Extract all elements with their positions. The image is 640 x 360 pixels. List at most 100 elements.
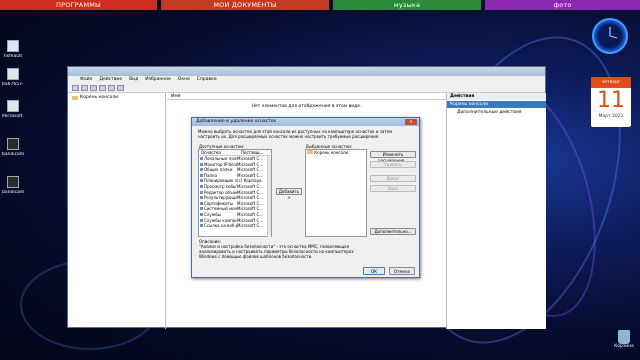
remove-button[interactable]: Удалить	[370, 161, 416, 168]
calendar-day: 11	[597, 88, 625, 113]
actions-section-console-root[interactable]: Корень консоли	[447, 101, 546, 108]
desktop-icon[interactable]: bandicam 2021-03-11...	[2, 138, 24, 157]
file-icon	[7, 40, 19, 52]
close-icon[interactable]: ✕	[405, 119, 417, 125]
desktop-icon[interactable]: Microsoft...	[2, 100, 24, 119]
scrollbar[interactable]	[267, 156, 271, 237]
actions-title: Действия	[447, 93, 546, 100]
actions-more-link[interactable]: Дополнительные действия	[447, 108, 546, 117]
snapin-name: Ссылка на веб-р...	[199, 223, 237, 229]
ok-button[interactable]: ОК	[363, 267, 385, 275]
snapin-icon	[200, 157, 203, 160]
list-item[interactable]: Корень консоли	[306, 150, 366, 156]
file-icon	[7, 68, 19, 80]
snapin-icon	[200, 212, 203, 216]
console-tree-icon[interactable]	[90, 85, 97, 91]
calendar-weekday: четверг	[591, 77, 631, 88]
desktop-icon-label: bandicam 2021-03-11...	[2, 190, 24, 195]
tree-item-label: Корень консоли	[80, 95, 119, 100]
snapin-label: Службы компоне...	[204, 217, 237, 223]
menu-view[interactable]: Вид	[129, 76, 138, 84]
console-tree: Корень консоли	[68, 93, 166, 329]
clock-hands-icon	[609, 27, 618, 39]
dialog-intro-text: Можно выбрать оснастки для этой консоли …	[198, 129, 393, 139]
topbar-music[interactable]: музыка	[333, 0, 481, 10]
snapin-label: Системный монит...	[204, 206, 237, 212]
snapin-label: Ссылка на веб-р...	[204, 223, 237, 229]
snapin-icon	[200, 218, 203, 222]
snapin-label: Просмотр событий	[204, 183, 237, 189]
video-file-icon	[7, 176, 19, 188]
help-icon[interactable]	[108, 85, 115, 91]
available-snapins-list[interactable]: Оснастка Поставщ... Локальные пользо... M…	[198, 149, 272, 237]
topbar-photo[interactable]: фото	[485, 0, 640, 10]
cancel-button[interactable]: Отмена	[389, 267, 415, 275]
action-pane-icon[interactable]	[117, 85, 124, 91]
clock-gadget	[592, 18, 628, 54]
column-snapin[interactable]: Оснастка	[199, 150, 239, 155]
recycle-bin-label: Корзина	[614, 344, 634, 349]
snapin-icon	[200, 201, 203, 205]
snapin-label: Службы	[204, 211, 221, 217]
folder-icon	[72, 95, 78, 100]
snapin-icon	[200, 162, 203, 166]
file-icon	[7, 100, 19, 112]
snapin-icon	[200, 224, 203, 228]
back-icon[interactable]	[72, 85, 79, 91]
folder-icon	[307, 150, 313, 154]
recycle-bin-icon	[618, 330, 630, 344]
add-remove-snapins-dialog: Добавление и удаление оснасток ✕ Можно в…	[191, 117, 420, 278]
desktop-icon-label: ba67657-7...	[2, 82, 24, 87]
recycle-bin[interactable]: Корзина	[612, 330, 636, 349]
dialog-title: Добавление и удаление оснасток	[196, 119, 277, 124]
menu-bar: Файл Действие Вид Избранное Окно Справка	[68, 76, 545, 84]
move-up-button[interactable]: Вверх	[370, 175, 416, 182]
snapin-vendor: Microsoft C...	[237, 223, 263, 229]
menu-file[interactable]: Файл	[80, 76, 92, 84]
selected-snapin-label: Корень консоли	[314, 150, 349, 155]
topbar-my-documents[interactable]: МОИ ДОКУМЕНТЫ	[161, 0, 329, 10]
snapin-icon	[200, 207, 203, 211]
add-button[interactable]: Добавить >	[276, 188, 302, 200]
tree-item-console-root[interactable]: Корень консоли	[68, 93, 165, 102]
snapin-label: Редактор объект...	[204, 189, 237, 195]
actions-pane: Действия Корень консоли Дополнительные д…	[446, 93, 546, 329]
properties-icon[interactable]	[99, 85, 106, 91]
column-vendor[interactable]: Поставщ...	[239, 150, 265, 155]
snapin-icon	[200, 184, 203, 188]
snapin-icon	[200, 196, 203, 200]
empty-message: Нет элементов для отображения в этом вид…	[251, 104, 362, 109]
menu-favorites[interactable]: Избранное	[145, 76, 171, 84]
snapin-icon	[200, 173, 203, 177]
desktop-icon-label: bandicam 2021-03-11...	[2, 152, 24, 157]
description-text: "Анализ и настройка безопасности" - это …	[199, 244, 354, 259]
menu-help[interactable]: Справка	[197, 76, 217, 84]
snapin-label: Планировщик за...	[204, 178, 237, 184]
snapin-icon	[200, 168, 203, 172]
video-file-icon	[7, 138, 19, 150]
desktop-icon[interactable]: bandicam 2021-03-11...	[2, 176, 24, 195]
menu-action[interactable]: Действие	[99, 76, 122, 84]
menu-window[interactable]: Окно	[178, 76, 190, 84]
window-titlebar[interactable]	[68, 67, 545, 76]
desktop-icon[interactable]: hsfeault	[2, 40, 24, 59]
calendar-gadget: четверг 11 Март 2021	[591, 77, 631, 127]
edit-extensions-button[interactable]: Изменить расширения...	[370, 151, 416, 163]
table-row[interactable]: Ссылка на веб-р...Microsoft C...	[199, 223, 271, 229]
desktop-top-bar: ПРОГРАММЫ МОИ ДОКУМЕНТЫ музыка фото	[0, 0, 640, 10]
calendar-month: Март 2021	[598, 114, 624, 119]
snapin-icon	[200, 190, 203, 194]
desktop-icon[interactable]: ba67657-7...	[2, 68, 24, 87]
column-header-name[interactable]: Имя	[167, 93, 446, 100]
snapin-label: Локальные пользо...	[204, 156, 237, 161]
toolbar	[68, 84, 545, 93]
advanced-button[interactable]: Дополнительно...	[370, 228, 416, 235]
snapin-icon	[200, 179, 203, 183]
dialog-titlebar[interactable]: Добавление и удаление оснасток ✕	[192, 118, 419, 126]
desktop-icon-label: hsfeault	[3, 54, 23, 59]
selected-snapins-list[interactable]: Корень консоли	[305, 149, 367, 237]
topbar-programs[interactable]: ПРОГРАММЫ	[0, 0, 157, 10]
move-down-button[interactable]: Вниз	[370, 185, 416, 192]
snapin-label: Результирующая...	[204, 195, 237, 201]
forward-icon[interactable]	[81, 85, 88, 91]
